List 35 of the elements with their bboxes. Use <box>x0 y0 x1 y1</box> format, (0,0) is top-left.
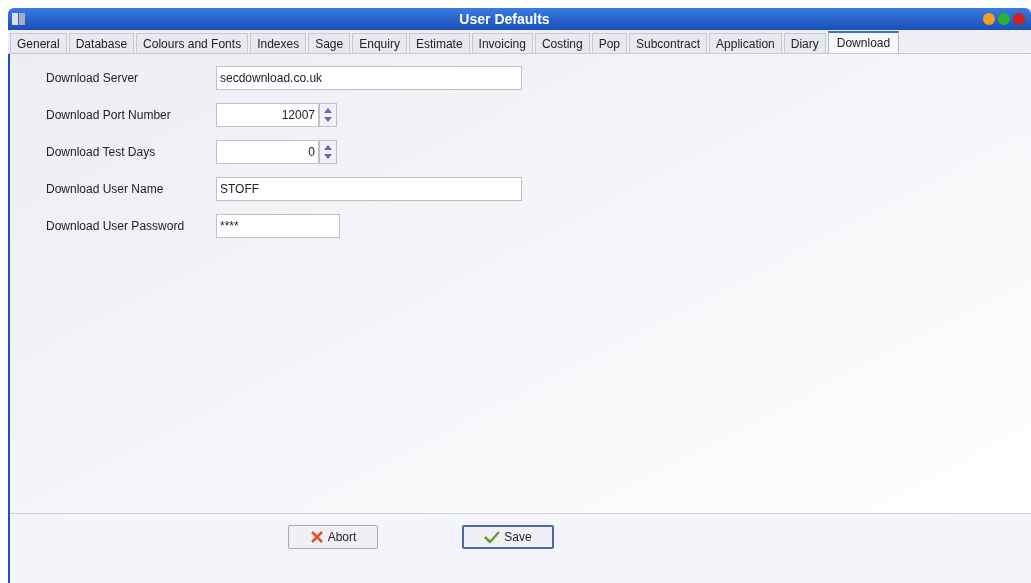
checkmark-icon <box>484 530 501 544</box>
spinner-arrows-icon[interactable] <box>319 103 337 127</box>
field-label: Download User Password <box>46 218 186 235</box>
minimize-button[interactable] <box>983 13 995 25</box>
field-label: Download Server <box>46 70 140 87</box>
tab[interactable]: Diary <box>783 33 826 53</box>
tab[interactable]: General <box>10 33 67 53</box>
tab[interactable]: Subcontract <box>629 33 708 53</box>
password-field[interactable]: **** <box>216 214 340 238</box>
text-field[interactable]: secdownload.co.uk <box>216 66 522 90</box>
tab[interactable]: Enquiry <box>352 33 407 53</box>
cross-icon <box>309 530 324 544</box>
field-label: Download Test Days <box>46 144 157 161</box>
tab[interactable]: Colours and Fonts <box>136 33 249 53</box>
text-field[interactable]: STOFF <box>216 177 522 201</box>
number-field[interactable]: 0 <box>216 140 319 164</box>
tab[interactable]: Pop <box>591 33 627 53</box>
window-title: User Defaults <box>459 9 550 29</box>
spinner-arrows-icon[interactable] <box>319 140 337 164</box>
tab[interactable]: Sage <box>308 33 351 53</box>
close-button[interactable] <box>1013 13 1025 25</box>
number-field[interactable]: 12007 <box>216 103 319 127</box>
abort-button[interactable]: Abort <box>288 525 378 549</box>
tab[interactable]: Costing <box>534 33 590 53</box>
field-label: Download Port Number <box>46 107 172 124</box>
tab[interactable]: Invoicing <box>471 33 533 53</box>
tab[interactable]: Database <box>68 33 135 53</box>
save-button[interactable]: Save <box>462 525 554 549</box>
maximize-button[interactable] <box>998 13 1010 25</box>
tab[interactable]: Estimate <box>408 33 470 53</box>
tab[interactable]: Indexes <box>250 33 307 53</box>
tab[interactable]: Download <box>827 31 900 53</box>
field-label: Download User Name <box>46 181 165 198</box>
app-icon <box>12 12 26 26</box>
tab[interactable]: Application <box>709 33 782 53</box>
